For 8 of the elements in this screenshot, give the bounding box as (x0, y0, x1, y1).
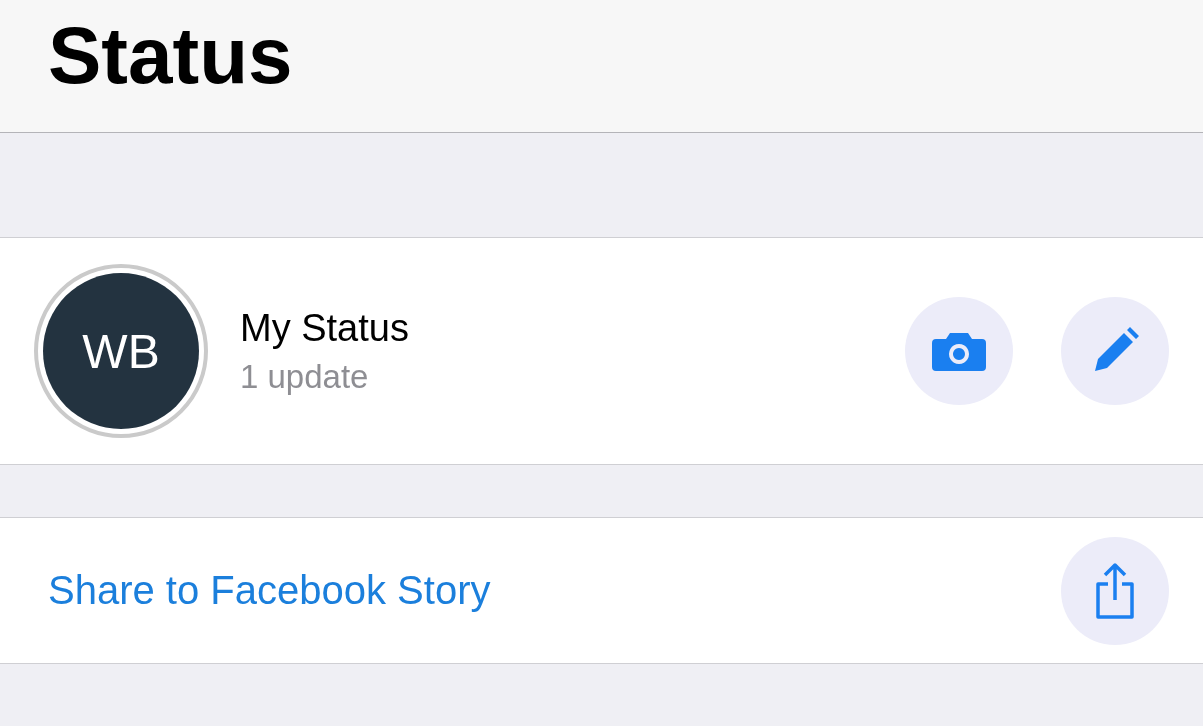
avatar-initials: WB (82, 323, 160, 379)
status-subtitle: 1 update (240, 357, 370, 396)
share-icon (1095, 561, 1135, 620)
camera-icon (932, 331, 986, 371)
my-status-row[interactable]: WB My Status 1 update (0, 238, 1203, 465)
page-title: Status (48, 10, 293, 102)
status-name: My Status (240, 306, 410, 350)
share-link[interactable]: Share to Facebook Story (48, 568, 491, 613)
